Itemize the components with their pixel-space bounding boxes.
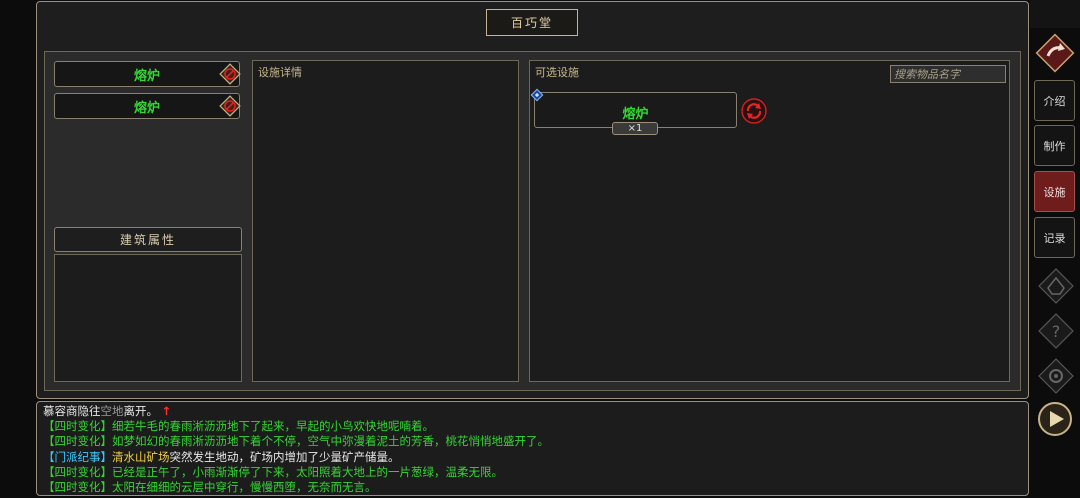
building-attributes-header: 建筑属性 xyxy=(54,227,242,252)
search-input[interactable] xyxy=(890,65,1006,83)
facility-name: 熔炉 xyxy=(133,68,160,84)
log-tag: 【四时变化】 xyxy=(43,434,112,449)
log-text: 细若牛毛的春雨淅沥沥地下了起来，早起的小鸟欢快地呢喃着。 xyxy=(112,419,434,434)
tab-records[interactable]: 记录 xyxy=(1034,217,1075,258)
available-facilities-label: 可选设施 xyxy=(535,66,579,79)
help-icon[interactable]: ? xyxy=(1036,311,1076,351)
log-text: 太阳在细细的云层中穿行，慢慢西堕，无奈而无言。 xyxy=(112,480,377,495)
available-facility-name: 熔炉 xyxy=(622,107,649,122)
remove-icon[interactable] xyxy=(219,95,241,117)
log-text: 慕容商隐往 xyxy=(43,404,101,418)
log-tag: 【门派纪事】 xyxy=(43,449,112,464)
play-icon[interactable] xyxy=(1036,400,1074,438)
facility-name: 熔炉 xyxy=(133,100,160,116)
log-text: 如梦如幻的春雨淅沥沥地下着个不停，空气中弥漫着泥土的芳香，桃花悄悄地盛开了。 xyxy=(112,434,549,449)
sect-icon[interactable] xyxy=(1036,266,1076,306)
gear-icon[interactable] xyxy=(1036,356,1076,396)
svg-text:?: ? xyxy=(1052,322,1061,341)
quantity-badge: ×1 xyxy=(612,122,658,135)
log-place: 清水山矿场 xyxy=(112,449,170,464)
log-line: 【四时变化】已经是正午了，小雨渐渐停了下来，太阳照着大地上的一片葱绿，温柔无限。 xyxy=(43,465,1022,480)
facility-list-item[interactable]: 熔炉 xyxy=(54,61,241,87)
building-attributes-panel xyxy=(54,254,242,382)
log-line: 慕容商隐往空地离开。 ↑ xyxy=(43,404,1022,419)
log-tag: 【四时变化】 xyxy=(43,480,112,495)
refresh-icon[interactable] xyxy=(740,97,768,125)
log-text: 突然发生地动，矿场内增加了少量矿产储量。 xyxy=(169,449,400,464)
log-line: 【四时变化】如梦如幻的春雨淅沥沥地下着个不停，空气中弥漫着泥土的芳香，桃花悄悄地… xyxy=(43,434,1022,449)
tab-facilities[interactable]: 设施 xyxy=(1034,171,1075,212)
page-title: 百巧堂 xyxy=(486,9,578,36)
log-text: 已经是正午了，小雨渐渐停了下来，太阳照着大地上的一片葱绿，温柔无限。 xyxy=(112,464,503,479)
event-log[interactable]: 慕容商隐往空地离开。 ↑ 【四时变化】细若牛毛的春雨淅沥沥地下了起来，早起的小鸟… xyxy=(36,401,1029,496)
log-text: 离开。 xyxy=(123,404,159,418)
log-line: 【四时变化】太阳在细细的云层中穿行，慢慢西堕，无奈而无言。 xyxy=(43,480,1022,495)
sidebar-top-strip xyxy=(1030,0,1080,28)
log-location: 空地 xyxy=(100,404,124,418)
log-tag: 【四时变化】 xyxy=(43,464,112,479)
remove-icon[interactable] xyxy=(219,63,241,85)
log-line: 【门派纪事】清水山矿场突然发生地动，矿场内增加了少量矿产储量。 xyxy=(43,450,1022,465)
log-tag: 【四时变化】 xyxy=(43,419,112,434)
facility-detail-label: 设施详情 xyxy=(258,66,302,79)
facility-detail-panel: 设施详情 xyxy=(252,60,519,382)
log-line: 【四时变化】细若牛毛的春雨淅沥沥地下了起来，早起的小鸟欢快地呢喃着。 xyxy=(43,419,1022,434)
tab-intro[interactable]: 介绍 xyxy=(1034,80,1075,121)
tab-craft[interactable]: 制作 xyxy=(1034,125,1075,166)
up-arrow-icon: ↑ xyxy=(161,404,172,418)
back-arrow-icon[interactable] xyxy=(1034,32,1076,74)
facility-list-item[interactable]: 熔炉 xyxy=(54,93,241,119)
diamond-icon xyxy=(530,88,544,102)
